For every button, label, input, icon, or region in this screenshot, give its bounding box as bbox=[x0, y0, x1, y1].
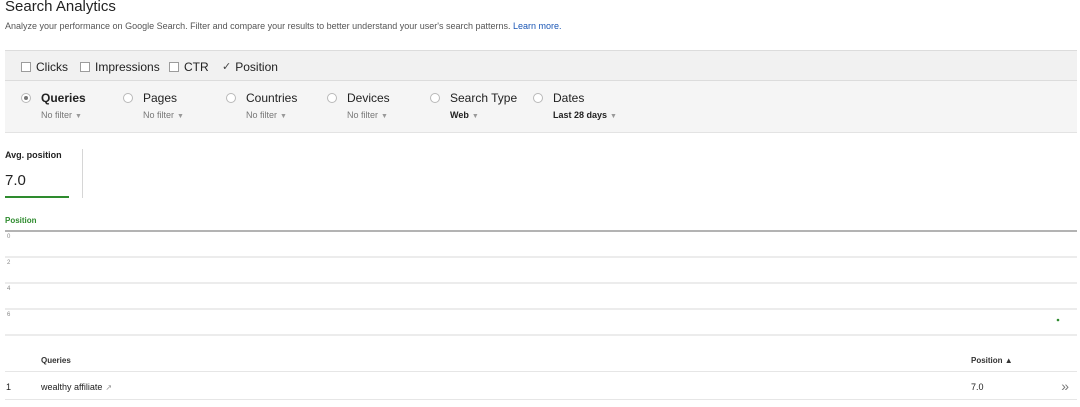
table-header: Queries Position ▲ bbox=[5, 349, 1077, 372]
column-header-queries[interactable]: Queries bbox=[41, 356, 71, 365]
y-tick-label: 0 bbox=[7, 234, 11, 240]
y-tick-label: 2 bbox=[7, 260, 11, 266]
y-tick-label: 6 bbox=[7, 312, 11, 318]
external-link-icon[interactable]: ↗ bbox=[105, 383, 112, 392]
row-position: 7.0 bbox=[971, 382, 984, 392]
data-point[interactable] bbox=[1056, 318, 1060, 322]
row-query: wealthy affiliate ↗ bbox=[41, 382, 113, 392]
y-tick-label: 4 bbox=[7, 286, 11, 292]
column-header-position[interactable]: Position ▲ bbox=[971, 356, 1013, 365]
table-row[interactable]: 1 wealthy affiliate ↗ 7.0 » bbox=[5, 374, 1077, 400]
position-chart: 0 2 4 6 bbox=[5, 230, 1077, 336]
expand-icon[interactable]: » bbox=[1061, 378, 1069, 394]
row-index: 1 bbox=[6, 382, 12, 392]
